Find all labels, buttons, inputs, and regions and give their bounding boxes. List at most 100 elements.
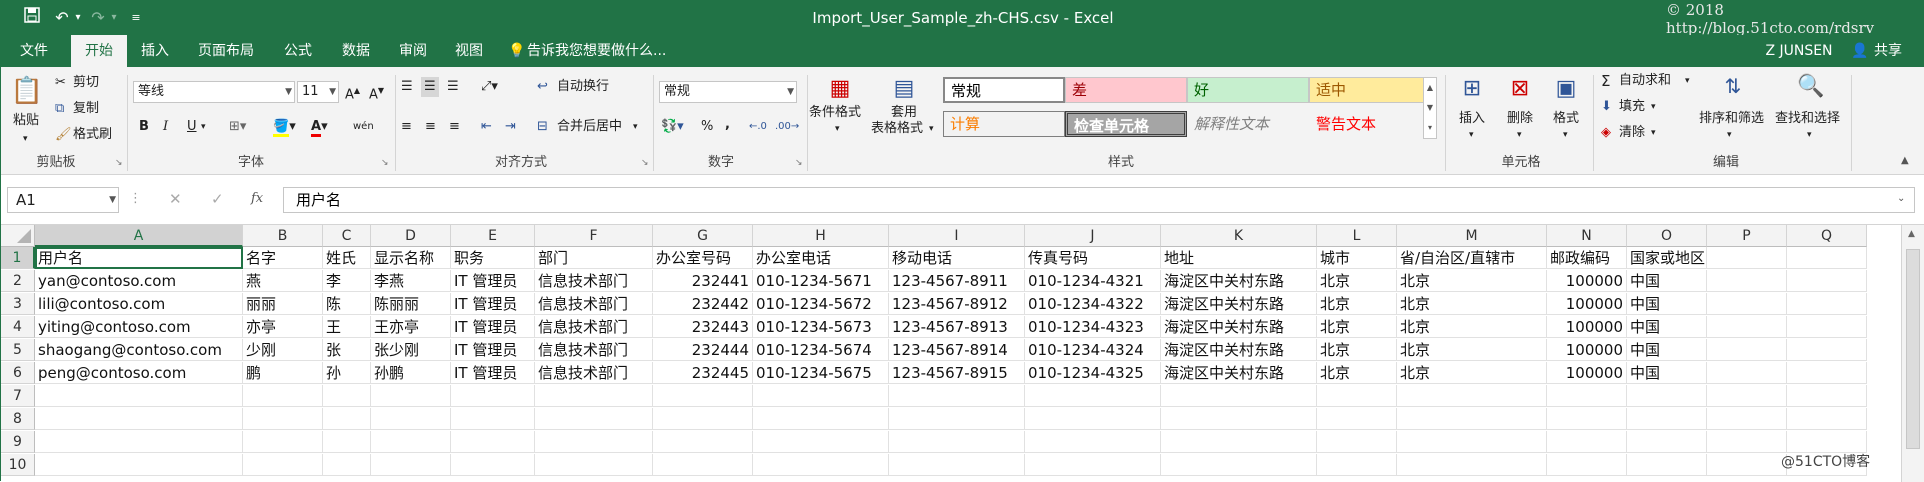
cut-icon[interactable]: ✂ [55, 73, 66, 93]
cell-H2[interactable]: 010-1234-5671 [753, 270, 889, 292]
cell-M7[interactable] [1397, 385, 1547, 407]
copy-button[interactable]: 复制 [73, 99, 99, 119]
cell-N8[interactable] [1547, 408, 1627, 430]
cell-L10[interactable] [1317, 454, 1397, 476]
sort-filter-dropdown-icon[interactable]: ▾ [1727, 125, 1732, 145]
style-explanatory[interactable]: 解释性文本 [1187, 111, 1309, 137]
column-header-K[interactable]: K [1161, 225, 1317, 247]
row-header-8[interactable]: 8 [1, 408, 35, 430]
column-header-N[interactable]: N [1547, 225, 1627, 247]
number-format-select[interactable]: 常规 ▼ [659, 81, 797, 103]
cell-N3[interactable]: 100000 [1547, 293, 1627, 315]
cell-K4[interactable]: 海淀区中关村东路 [1161, 316, 1317, 338]
cell-G5[interactable]: 232444 [653, 339, 753, 361]
cell-H6[interactable]: 010-1234-5675 [753, 362, 889, 384]
cell-P2[interactable] [1707, 270, 1787, 292]
cell-P10[interactable] [1707, 454, 1787, 476]
row-header-4[interactable]: 4 [1, 316, 35, 338]
cell-E4[interactable]: IT 管理员 [451, 316, 535, 338]
column-header-P[interactable]: P [1707, 225, 1787, 247]
cell-A3[interactable]: lili@contoso.com [35, 293, 243, 315]
cell-I4[interactable]: 123-4567-8913 [889, 316, 1025, 338]
column-header-F[interactable]: F [535, 225, 653, 247]
cell-I1[interactable]: 移动电话 [889, 247, 1025, 269]
cell-N5[interactable]: 100000 [1547, 339, 1627, 361]
align-top-icon[interactable]: ☰ [401, 77, 413, 97]
style-calculation[interactable]: 计算 [943, 111, 1065, 137]
cell-H3[interactable]: 010-1234-5672 [753, 293, 889, 315]
cell-A9[interactable] [35, 431, 243, 453]
cell-A1[interactable]: 用户名 [35, 247, 243, 269]
cell-I10[interactable] [889, 454, 1025, 476]
wrap-text-button[interactable]: 自动换行 [557, 77, 609, 97]
cell-C8[interactable] [323, 408, 371, 430]
insert-cells-dropdown-icon[interactable]: ▾ [1469, 125, 1474, 145]
style-check-cell[interactable]: 检查单元格 [1065, 111, 1187, 137]
row-header-6[interactable]: 6 [1, 362, 35, 384]
orientation-icon[interactable]: ⤢▾ [481, 77, 498, 97]
cell-L8[interactable] [1317, 408, 1397, 430]
cell-D2[interactable]: 李燕 [371, 270, 451, 292]
align-center-icon[interactable]: ≡ [425, 117, 436, 137]
cell-O9[interactable] [1627, 431, 1707, 453]
row-header-10[interactable]: 10 [1, 454, 35, 476]
font-name-select[interactable]: 等线 ▼ [133, 81, 295, 103]
paste-dropdown-icon[interactable]: ▾ [23, 129, 28, 149]
alignment-launcher-icon[interactable]: ↘ [641, 153, 649, 173]
tab-review[interactable]: 审阅 [389, 35, 437, 67]
column-header-I[interactable]: I [889, 225, 1025, 247]
format-as-table-label-2[interactable]: 表格格式 [871, 119, 923, 139]
cell-F2[interactable]: 信息技术部门 [535, 270, 653, 292]
phonetic-button[interactable]: wén [353, 117, 374, 137]
cell-J7[interactable] [1025, 385, 1161, 407]
column-header-C[interactable]: C [323, 225, 371, 247]
cell-A4[interactable]: yiting@contoso.com [35, 316, 243, 338]
cell-H5[interactable]: 010-1234-5674 [753, 339, 889, 361]
number-launcher-icon[interactable]: ↘ [795, 153, 803, 173]
cell-O4[interactable]: 中国 [1627, 316, 1707, 338]
column-header-E[interactable]: E [451, 225, 535, 247]
tab-formulas[interactable]: 公式 [273, 35, 323, 67]
cell-Q1[interactable] [1787, 247, 1867, 269]
cell-C10[interactable] [323, 454, 371, 476]
cell-E6[interactable]: IT 管理员 [451, 362, 535, 384]
cell-O6[interactable]: 中国 [1627, 362, 1707, 384]
cell-H7[interactable] [753, 385, 889, 407]
increase-decimal-icon[interactable]: ←.0 [749, 117, 767, 137]
cell-B2[interactable]: 燕 [243, 270, 323, 292]
cell-H1[interactable]: 办公室电话 [753, 247, 889, 269]
comma-button[interactable]: , [725, 115, 730, 135]
cell-O10[interactable] [1627, 454, 1707, 476]
find-select-dropdown-icon[interactable]: ▾ [1807, 125, 1812, 145]
cell-H8[interactable] [753, 408, 889, 430]
cell-A6[interactable]: peng@contoso.com [35, 362, 243, 384]
merge-center-button[interactable]: 合并后居中 [557, 117, 622, 137]
delete-cells-dropdown-icon[interactable]: ▾ [1517, 125, 1522, 145]
paste-icon[interactable]: 📋 [11, 73, 43, 109]
cell-J2[interactable]: 010-1234-4321 [1025, 270, 1161, 292]
column-header-A[interactable]: A [35, 225, 243, 247]
cell-M5[interactable]: 北京 [1397, 339, 1547, 361]
cell-P7[interactable] [1707, 385, 1787, 407]
cell-J4[interactable]: 010-1234-4323 [1025, 316, 1161, 338]
cell-B10[interactable] [243, 454, 323, 476]
style-normal[interactable]: 常规 [943, 77, 1065, 103]
cell-J6[interactable]: 010-1234-4325 [1025, 362, 1161, 384]
cell-L1[interactable]: 城市 [1317, 247, 1397, 269]
border-icon[interactable]: ⊞▾ [229, 117, 246, 137]
percent-button[interactable]: % [701, 117, 713, 137]
cell-K2[interactable]: 海淀区中关村东路 [1161, 270, 1317, 292]
decrease-decimal-icon[interactable]: .00→ [775, 117, 799, 137]
worksheet-grid[interactable]: ABCDEFGHIJKLMNOPQ 1 2 3 4 5 6 7 8 9 10 用户名 名字 姓氏 显示名… [1, 225, 1924, 482]
cut-button[interactable]: 剪切 [73, 73, 99, 93]
italic-button[interactable]: I [163, 117, 168, 137]
cell-B3[interactable]: 丽丽 [243, 293, 323, 315]
format-painter-icon[interactable]: 🖌 [55, 125, 72, 145]
cell-I8[interactable] [889, 408, 1025, 430]
cell-K8[interactable] [1161, 408, 1317, 430]
cell-H10[interactable] [753, 454, 889, 476]
cell-G7[interactable] [653, 385, 753, 407]
cell-D1[interactable]: 显示名称 [371, 247, 451, 269]
row-header-3[interactable]: 3 [1, 293, 35, 315]
clear-button[interactable]: 清除 [1619, 123, 1645, 143]
